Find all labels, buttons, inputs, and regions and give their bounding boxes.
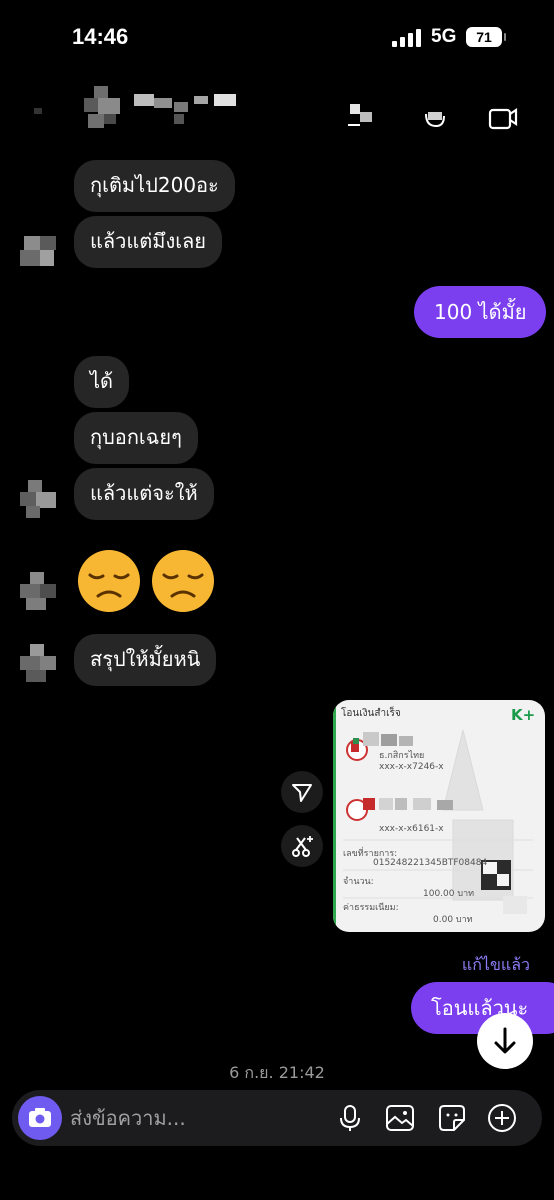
receipt-bank-name: ธ.กสิกรไทย	[379, 751, 425, 761]
status-bar: 14:46 5G 71	[0, 0, 554, 76]
receipt-account-from: xxx-x-x7246-x	[379, 762, 444, 772]
contact-name-redacted[interactable]	[134, 94, 238, 124]
call-icon[interactable]	[344, 98, 378, 132]
avatar[interactable]	[84, 86, 124, 132]
camera-button[interactable]	[18, 1096, 62, 1140]
message-input[interactable]	[70, 1102, 310, 1134]
battery-icon: 71	[466, 27, 506, 47]
video-icon[interactable]	[420, 98, 454, 132]
remix-button[interactable]	[281, 825, 323, 867]
message-composer	[12, 1090, 542, 1146]
network-type: 5G	[431, 26, 457, 47]
camera-icon	[29, 1108, 51, 1127]
receipt-fee-label: ค่าธรรมเนียม:	[343, 903, 399, 913]
receipt-title: โอนเงินสำเร็จ	[341, 708, 401, 719]
signal-icon	[392, 27, 424, 47]
transfer-slip-image[interactable]: โอนเงินสำเร็จ K+ ธ.กสิกรไทย xxx-x-x7246-…	[333, 700, 545, 932]
avatar[interactable]	[20, 644, 58, 684]
gallery-icon[interactable]	[384, 1102, 416, 1134]
message-bubble[interactable]: กุเติมไป200อะ	[74, 160, 235, 212]
receipt-ref-number: 015248221345BTF08484	[373, 858, 488, 868]
bank-logo: K+	[511, 706, 536, 724]
send-icon	[292, 784, 312, 802]
edited-label: แก้ไขแล้ว	[461, 955, 530, 974]
disappointed-face-emoji[interactable]	[150, 548, 216, 614]
message-bubble[interactable]: กุบอกเฉยๆ	[74, 412, 198, 464]
timestamp: 6 ก.ย. 21:42	[229, 1063, 325, 1082]
avatar[interactable]	[20, 572, 58, 612]
back-icon[interactable]	[34, 108, 42, 114]
chat-header	[0, 76, 554, 146]
sticker-icon[interactable]	[436, 1102, 468, 1134]
message-bubble[interactable]: แล้วแต่มึงเลย	[74, 216, 223, 268]
mic-icon[interactable]	[334, 1102, 366, 1134]
phone-icon[interactable]	[486, 98, 520, 132]
avatar[interactable]	[20, 480, 58, 520]
plus-icon[interactable]	[486, 1102, 518, 1134]
message-bubble[interactable]: สรุปให้มั้ยหนิ	[74, 634, 217, 686]
message-bubble[interactable]: แล้วแต่จะให้	[74, 468, 214, 520]
share-button[interactable]	[281, 771, 323, 813]
message-bubble[interactable]: ได้	[74, 356, 130, 408]
status-time: 14:46	[72, 24, 129, 49]
disappointed-face-emoji[interactable]	[76, 548, 142, 614]
message-bubble[interactable]: 100 ได้มั้ย	[414, 286, 547, 338]
sparkle-icon	[292, 836, 313, 857]
receipt-fee: 0.00 บาท	[433, 915, 473, 925]
receipt-amount-label: จำนวน:	[343, 877, 374, 887]
receipt-amount: 100.00 บาท	[423, 889, 475, 899]
avatar[interactable]	[20, 232, 58, 272]
receipt-account-to: xxx-x-x6161-x	[379, 824, 444, 834]
